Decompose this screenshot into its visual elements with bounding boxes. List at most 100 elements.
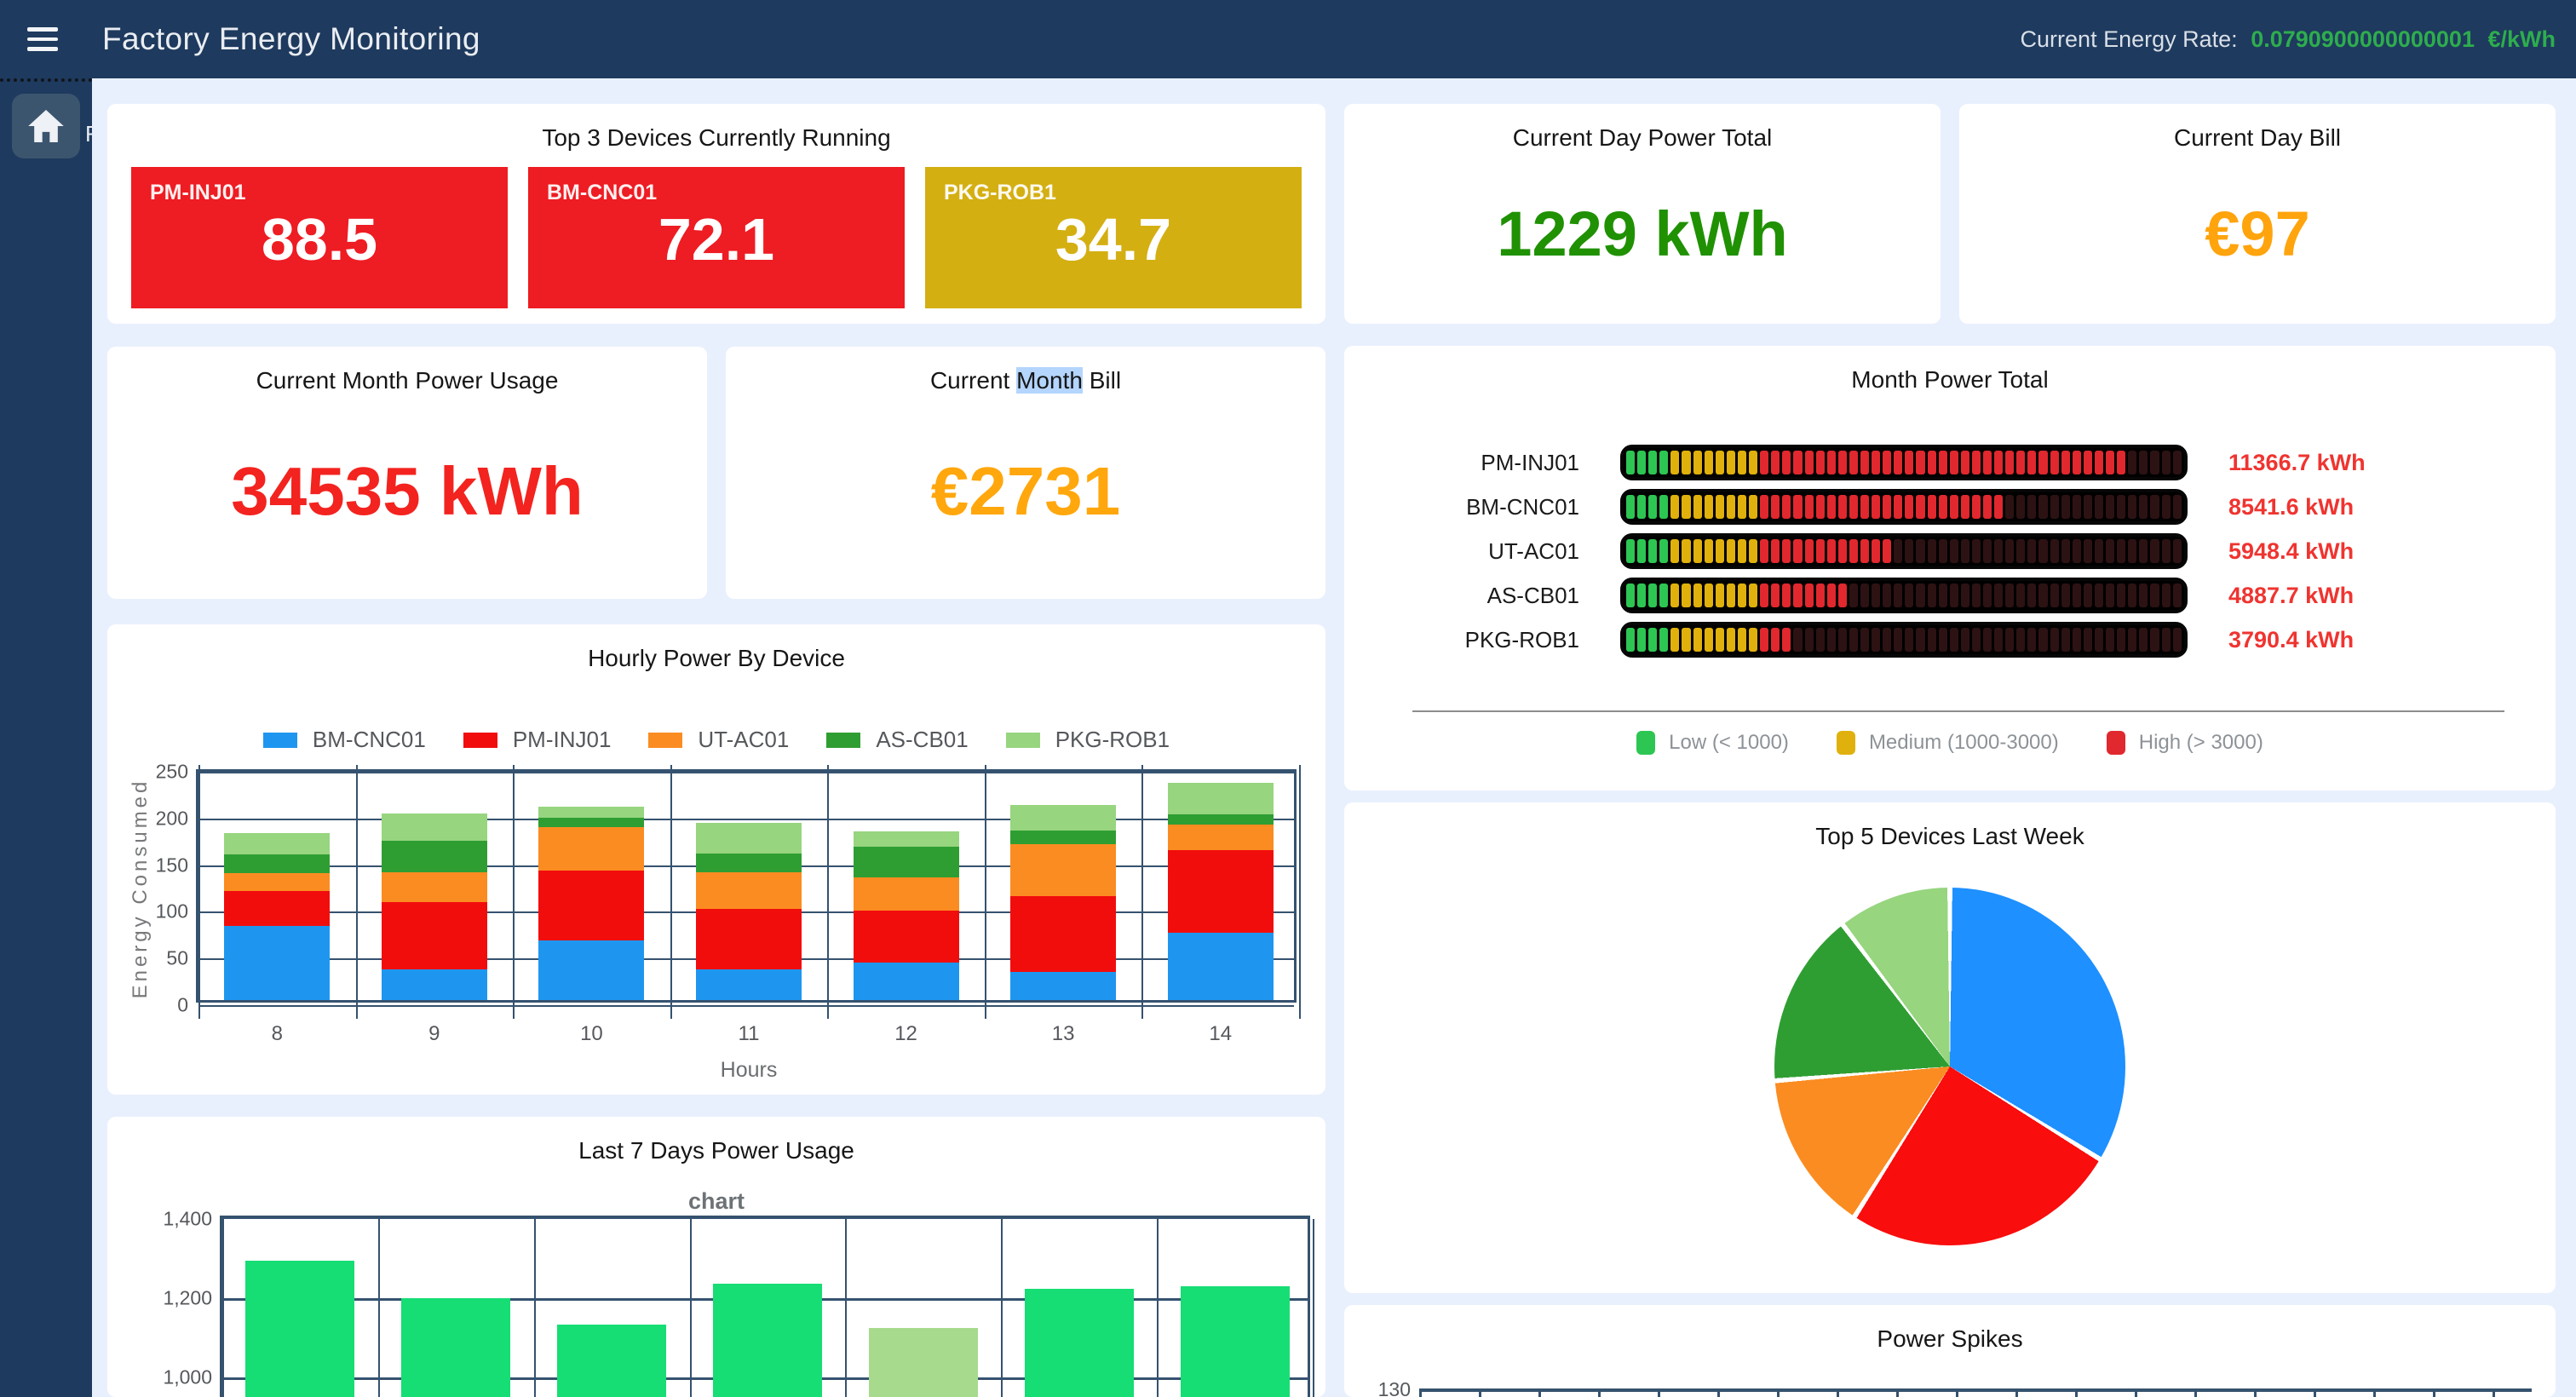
- bar-segment: [1168, 825, 1274, 850]
- menu-icon[interactable]: [27, 27, 58, 51]
- legend-label: PKG-ROB1: [1055, 727, 1170, 753]
- device-label: BM-CNC01: [1344, 494, 1620, 520]
- led-segment: [2038, 628, 2047, 652]
- led-segment: [2073, 495, 2081, 519]
- led-segment: [1716, 495, 1724, 519]
- led-segment: [1727, 451, 1735, 474]
- chart-title: Power Spikes: [1344, 1305, 2556, 1353]
- led-segment: [1894, 451, 1902, 474]
- led-bar: [1620, 578, 2188, 613]
- led-segment: [1626, 628, 1635, 652]
- led-segment: [1682, 628, 1690, 652]
- led-segment: [1883, 451, 1891, 474]
- bar-segment: [1168, 933, 1274, 1000]
- led-segment: [2095, 451, 2103, 474]
- bar-segment: [1010, 805, 1116, 831]
- y-tick-label: 1,400: [144, 1208, 212, 1231]
- led-segment: [2061, 584, 2070, 607]
- bar-segment: [382, 813, 487, 841]
- x-tick-label: 10: [513, 1022, 670, 1046]
- bar-segment: [224, 926, 330, 1000]
- legend-swatch: [648, 733, 682, 748]
- led-segment: [2005, 495, 2014, 519]
- led-segment: [1749, 539, 1757, 563]
- led-segment: [1670, 628, 1679, 652]
- led-segment: [2117, 495, 2125, 519]
- led-segment: [1771, 584, 1780, 607]
- gridline: [198, 772, 1294, 773]
- led-segment: [1849, 495, 1858, 519]
- led-segment: [1916, 539, 1924, 563]
- day-power-card: Current Day Power Total 1229 kWh: [1344, 104, 1941, 324]
- chart-subtitle: chart: [107, 1188, 1325, 1215]
- energy-rate-value: 0.0790900000000001: [2251, 26, 2475, 52]
- led-segment: [1872, 584, 1880, 607]
- led-segment: [1670, 451, 1679, 474]
- app: Factory Energy Monitoring Current Energy…: [0, 0, 2576, 1397]
- led-segment: [2162, 584, 2171, 607]
- led-segment: [2016, 628, 2025, 652]
- spikes-plot: 130: [1344, 1388, 2556, 1397]
- led-segment: [1648, 451, 1657, 474]
- bar: [557, 1325, 666, 1397]
- legend-label: UT-AC01: [698, 727, 789, 753]
- legend-swatch: [2107, 731, 2125, 755]
- bar-segment: [854, 963, 959, 1000]
- led-segment: [2050, 451, 2059, 474]
- bar-segment: [382, 969, 487, 1000]
- led-segment: [1637, 451, 1646, 474]
- led-segment: [1961, 628, 1969, 652]
- led-segment: [1983, 584, 1992, 607]
- bar-segment: [696, 969, 802, 1000]
- led-segment: [1793, 628, 1802, 652]
- device-name: BM-CNC01: [528, 167, 905, 205]
- bar: [245, 1261, 354, 1397]
- chart-title: Month Power Total: [1344, 346, 2556, 394]
- device-label: PM-INJ01: [1344, 450, 1620, 476]
- led-rows: PM-INJ0111366.7 kWhBM-CNC018541.6 kWhUT-…: [1344, 445, 2556, 658]
- led-segment: [1838, 584, 1847, 607]
- page-title: Factory Energy Monitoring: [102, 21, 480, 57]
- led-segment: [1782, 451, 1791, 474]
- legend-item: Medium (1000-3000): [1837, 731, 2059, 755]
- led-segment: [2117, 451, 2125, 474]
- led-segment: [1860, 584, 1869, 607]
- bar-segment: [854, 847, 959, 877]
- bar-segment: [224, 854, 330, 873]
- bar-segment: [1168, 850, 1274, 934]
- led-segment: [2173, 451, 2182, 474]
- right-column: Current Day Power Total 1229 kWh Current…: [1344, 104, 2556, 1397]
- led-segment: [1894, 495, 1902, 519]
- led-segment: [1939, 539, 1947, 563]
- led-segment: [1872, 628, 1880, 652]
- led-segment: [1626, 584, 1635, 607]
- legend-separator: [1412, 710, 2504, 712]
- x-tick-label: 14: [1141, 1022, 1299, 1046]
- x-axis-title: Hours: [198, 1058, 1299, 1083]
- led-bar: [1620, 489, 2188, 525]
- led-segment: [1805, 539, 1814, 563]
- led-segment: [1905, 451, 1913, 474]
- led-segment: [2016, 539, 2025, 563]
- led-segment: [1983, 628, 1992, 652]
- led-segment: [1771, 451, 1780, 474]
- bar-segment: [224, 873, 330, 891]
- led-segment: [1883, 584, 1891, 607]
- led-segment: [2150, 495, 2159, 519]
- month-total-card: Month Power Total PM-INJ0111366.7 kWhBM-…: [1344, 346, 2556, 790]
- led-segment: [1637, 495, 1646, 519]
- x-tick-label: 13: [985, 1022, 1142, 1046]
- legend-label: BM-CNC01: [313, 727, 426, 753]
- home-button[interactable]: [12, 94, 80, 158]
- led-segment: [2016, 584, 2025, 607]
- led-segment: [1738, 451, 1746, 474]
- chart-title: Hourly Power By Device: [107, 624, 1325, 672]
- led-segment: [1816, 539, 1825, 563]
- led-segment: [1749, 584, 1757, 607]
- led-segment: [2073, 628, 2081, 652]
- led-segment: [2038, 495, 2047, 519]
- led-segment: [1670, 584, 1679, 607]
- legend-item: UT-AC01: [648, 727, 789, 753]
- led-segment: [1705, 584, 1713, 607]
- day-kpi-row: Current Day Power Total 1229 kWh Current…: [1344, 104, 2556, 324]
